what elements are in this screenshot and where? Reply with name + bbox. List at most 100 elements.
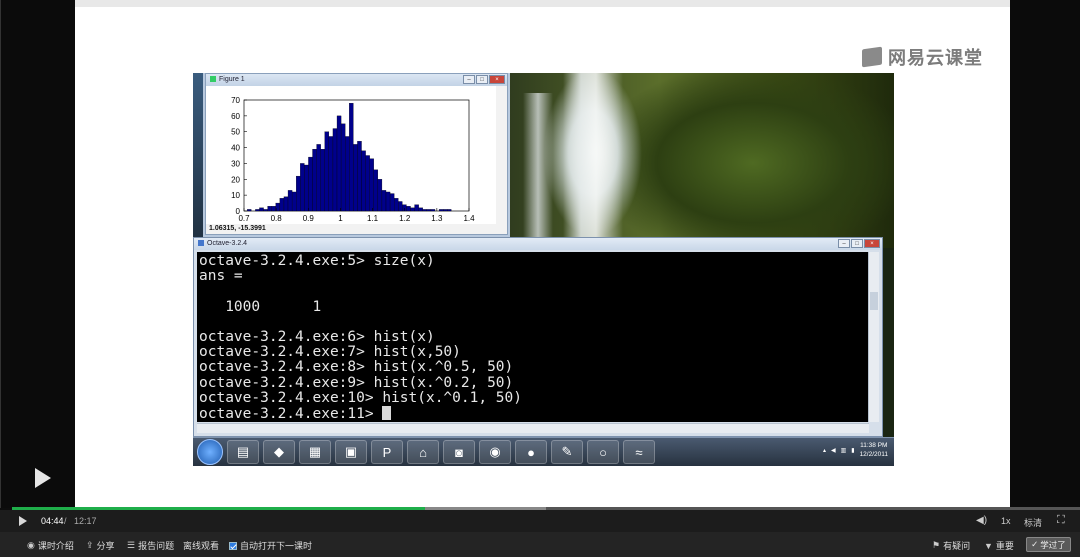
text-cursor — [382, 405, 392, 420]
console-vertical-scrollbar[interactable] — [868, 252, 879, 422]
autoplay-next-toggle[interactable]: 自动打开下一课时 — [229, 539, 312, 552]
explorer-taskbar-icon[interactable]: ▤ — [227, 440, 259, 464]
start-button[interactable] — [197, 439, 223, 465]
histogram-bar — [332, 128, 338, 212]
figure-titlebar[interactable]: Figure 1 – □ × — [206, 74, 507, 86]
close-button[interactable]: × — [489, 75, 505, 84]
fullscreen-icon[interactable]: ⛶ — [1057, 514, 1065, 527]
camera-taskbar-icon[interactable]: ◙ — [443, 440, 475, 464]
histogram-bar — [357, 141, 362, 212]
histogram-bar — [418, 207, 423, 212]
histogram-bar — [279, 198, 285, 212]
paint-taskbar-icon[interactable]: ✎ — [551, 440, 583, 464]
console-horizontal-scrollbar[interactable] — [197, 423, 869, 433]
info-icon: ◉ — [27, 540, 35, 550]
console-line: octave-3.2.4.exe:9> hist(x.^0.2, 50) — [199, 374, 514, 391]
big-play-icon[interactable] — [35, 468, 51, 488]
histogram-bar — [430, 209, 436, 212]
histogram-bar — [447, 209, 452, 212]
console-line: ans = — [199, 268, 243, 285]
app-taskbar-icon[interactable]: ◆ — [263, 440, 295, 464]
y-tick-label: 30 — [231, 159, 240, 168]
scrollbar-thumb[interactable] — [870, 292, 878, 310]
brand-logo-icon — [862, 46, 882, 68]
quality-button[interactable]: 标清 — [1024, 516, 1042, 529]
histogram-bar — [394, 198, 399, 212]
play-icon[interactable] — [19, 516, 27, 526]
octave-window-controls: – □ × — [838, 239, 880, 248]
share-button[interactable]: ⇪ 分享 — [86, 539, 115, 552]
octave-window-icon — [198, 240, 204, 246]
histogram-bar — [426, 209, 432, 212]
figure-window[interactable]: Figure 1 – □ × 0.7 0.8 0.9 1 1.1 1.2 1.3 1.4 0 10… — [205, 73, 508, 235]
figure-taskbar-icon[interactable]: ≈ — [623, 440, 655, 464]
powerpoint-taskbar-icon[interactable]: P — [371, 440, 403, 464]
histogram-bar — [369, 158, 374, 212]
lesson-intro-button[interactable]: ◉ 课时介绍 — [27, 539, 74, 552]
speed-button[interactable]: 1x — [1001, 516, 1011, 526]
histogram-bar — [377, 179, 383, 212]
histogram-bar — [296, 175, 301, 212]
autoplay-checkbox[interactable] — [229, 541, 237, 550]
maximize-button[interactable]: □ — [851, 239, 863, 248]
figure-window-controls: – □ × — [463, 75, 505, 84]
histogram-bar — [300, 163, 305, 212]
histogram-bar — [349, 103, 354, 212]
chrome-taskbar-icon[interactable]: ◉ — [479, 440, 511, 464]
power-tray-icon[interactable]: ▮ — [851, 447, 854, 454]
notes-taskbar-icon[interactable]: ▦ — [299, 440, 331, 464]
webcam-taskbar-icon[interactable]: ● — [515, 440, 547, 464]
desktop-wallpaper-waterfall — [503, 73, 894, 248]
console-prompt: octave-3.2.4.exe:11> — [199, 405, 383, 422]
offline-label: 离线观看 — [183, 541, 220, 551]
important-button[interactable]: ▼ 重要 — [984, 539, 1014, 552]
volume-icon[interactable]: ◀) — [976, 515, 987, 526]
histogram-bar — [267, 206, 272, 212]
offline-watch-button[interactable]: 离线观看 — [183, 539, 219, 552]
media-taskbar-icon[interactable]: ▣ — [335, 440, 367, 464]
histogram-bar — [402, 204, 407, 212]
console-prompt-line[interactable]: octave-3.2.4.exe:11> — [199, 405, 867, 422]
question-flag-icon: ⚑ — [932, 540, 941, 550]
histogram-bar — [414, 204, 419, 212]
octave-taskbar-icon[interactable]: ○ — [587, 440, 619, 464]
desktop-screenshot: Figure 1 – □ × 0.7 0.8 0.9 1 1.1 1.2 1.3 1.4 0 10… — [193, 73, 894, 466]
tray-clock[interactable]: 11:38 PM 12/2/2011 — [860, 441, 888, 459]
histogram-bar — [324, 131, 330, 212]
x-tick-label: 1 — [338, 214, 343, 223]
histogram-bar — [304, 164, 309, 212]
lesson-intro-label: 课时介绍 — [37, 541, 74, 551]
histogram-bar — [247, 209, 252, 212]
comment-icon: ☰ — [127, 540, 136, 550]
tray-arrow-icon[interactable]: ▴ — [823, 447, 826, 454]
histogram-bar — [373, 169, 378, 212]
octave-window[interactable]: Octave-3.2.4 – □ × octave-3.2.4.exe:5> s… — [193, 237, 883, 437]
volume-tray-icon[interactable]: ◀ — [831, 447, 836, 454]
minimize-button[interactable]: – — [463, 75, 475, 84]
network-tray-icon[interactable]: ▥ — [841, 447, 847, 454]
histogram-bar — [316, 144, 321, 212]
histogram-bar — [365, 155, 370, 212]
waterfall-highlight-2 — [523, 93, 553, 243]
histogram-bar — [340, 123, 346, 212]
figure-coordinate-readout: 1.06315, -15.3991 — [209, 225, 266, 232]
figure-title: Figure 1 — [219, 76, 245, 83]
close-button[interactable]: × — [864, 239, 880, 248]
console-line: octave-3.2.4.exe:10> hist(x.^0.1, 50) — [199, 389, 523, 406]
octave-console[interactable]: octave-3.2.4.exe:5> size(x) ans = 1000 1… — [197, 252, 869, 422]
minimize-button[interactable]: – — [838, 239, 850, 248]
slide-top-strip — [75, 0, 1010, 7]
histogram-bar — [410, 207, 415, 212]
share-label: 分享 — [96, 541, 115, 551]
video-stage[interactable]: 网易云课堂 Figure 1 – □ × 0.7 0.8 0.9 1 1.1 1.2 1.3… — [0, 0, 1080, 508]
learned-button[interactable]: ✓ 学过了 — [1026, 537, 1071, 552]
network-taskbar-icon[interactable]: ⌂ — [407, 440, 439, 464]
question-button[interactable]: ⚑ 有疑问 — [932, 539, 970, 552]
octave-titlebar[interactable]: Octave-3.2.4 – □ × — [194, 238, 882, 250]
y-tick-label: 0 — [236, 207, 241, 216]
y-tick-label: 60 — [231, 112, 240, 121]
maximize-button[interactable]: □ — [476, 75, 488, 84]
report-problem-button[interactable]: ☰ 报告问题 — [127, 539, 174, 552]
